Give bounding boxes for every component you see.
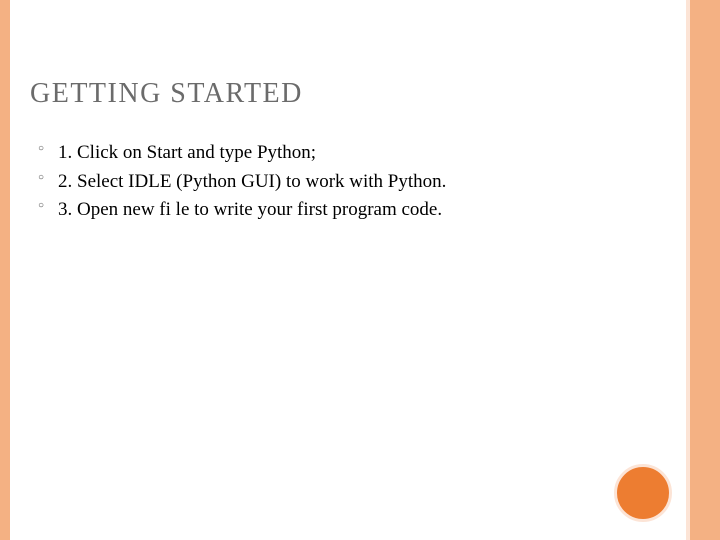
bullet-list: 1. Click on Start and type Python; 2. Se… (30, 140, 650, 224)
list-item: 2. Select IDLE (Python GUI) to work with… (38, 169, 650, 196)
border-left (0, 0, 10, 540)
circle-decoration-icon (614, 464, 672, 522)
border-right (690, 0, 720, 540)
list-item: 1. Click on Start and type Python; (38, 140, 650, 167)
list-item: 3. Open new fi le to write your first pr… (38, 197, 650, 224)
slide-title: GETTING STARTED (30, 78, 650, 110)
slide-content: GETTING STARTED 1. Click on Start and ty… (30, 78, 650, 226)
border-right-inner (686, 0, 690, 540)
